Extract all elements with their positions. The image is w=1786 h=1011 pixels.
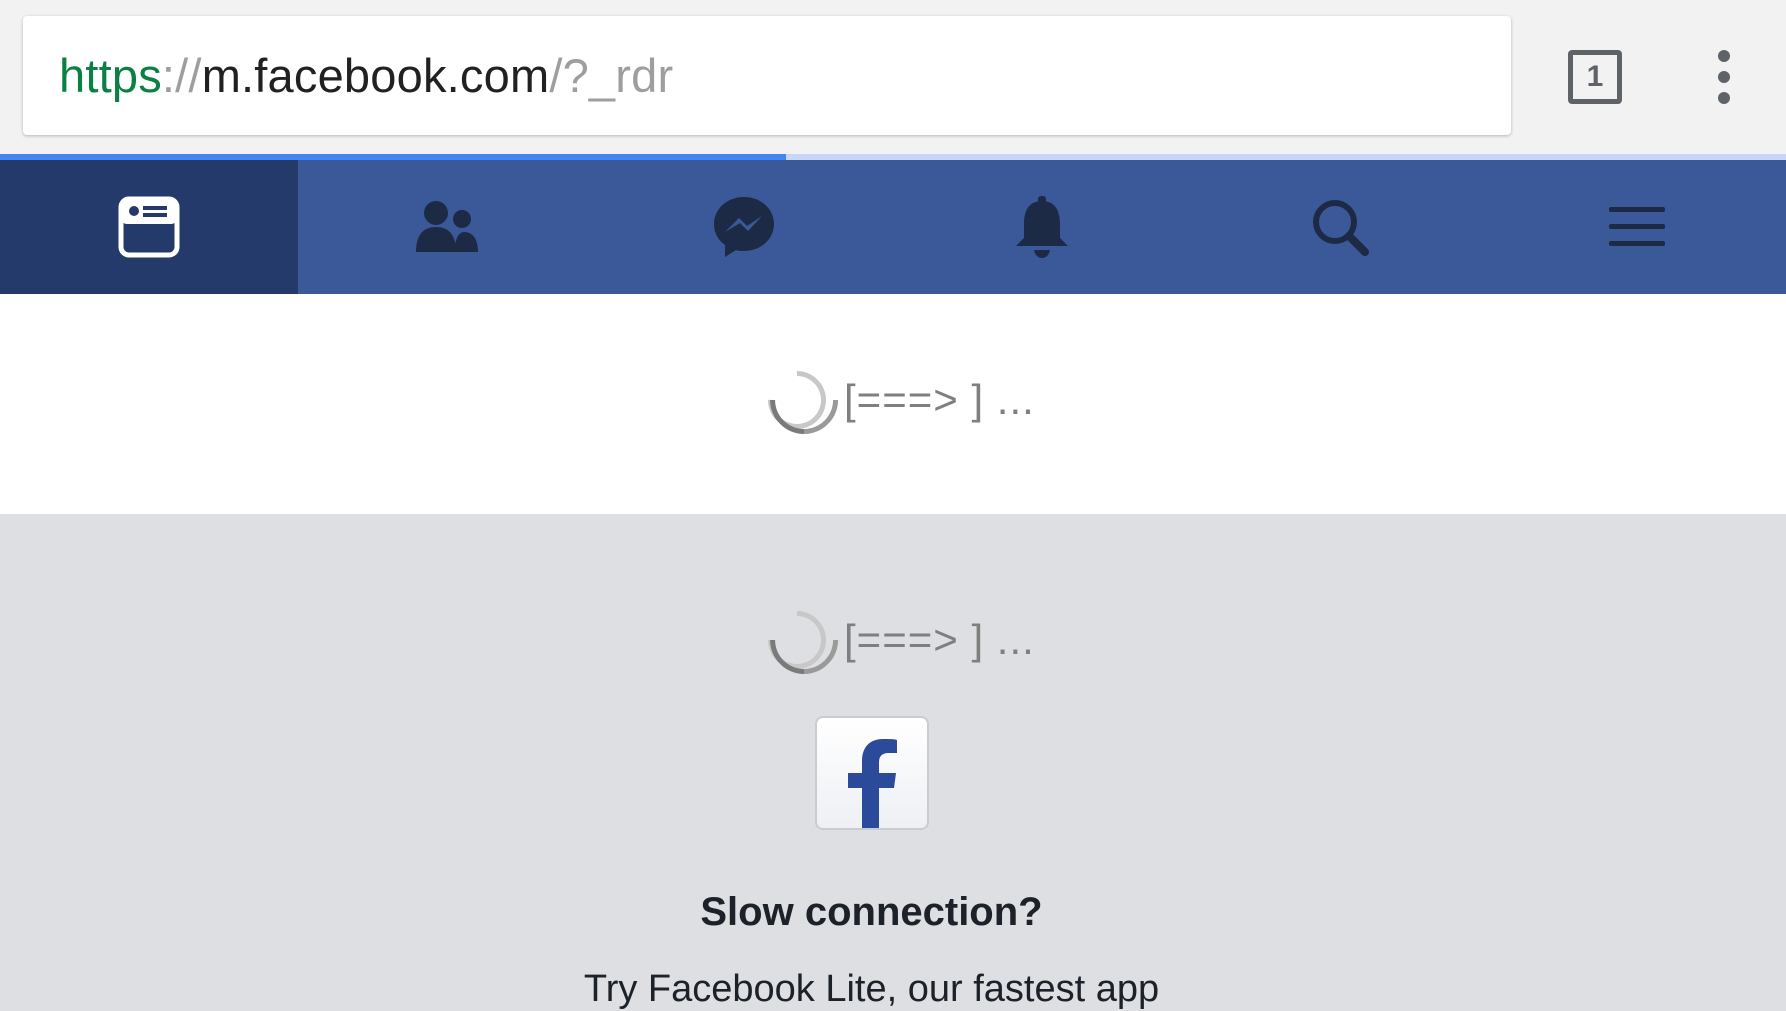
url-path: /?_rdr (549, 49, 674, 102)
loading-text: [===> ] ... (844, 616, 1035, 663)
slow-connection-subtitle: Try Facebook Lite, our fastest app (583, 968, 1160, 1010)
menu-dot (1718, 92, 1730, 104)
facebook-lite-logo[interactable] (815, 716, 929, 830)
loading-text: [===> ] ... (844, 376, 1035, 423)
loading-indicator-bottom: [===> ] ... (755, 598, 1035, 682)
overflow-menu-icon[interactable] (1700, 50, 1748, 104)
url-scheme: https (59, 49, 162, 102)
tab-switcher-button[interactable]: 1 (1568, 50, 1622, 104)
friends-icon (415, 201, 478, 252)
tab-notifications[interactable] (893, 160, 1191, 294)
search-icon (1312, 200, 1369, 256)
hamburger-icon (1609, 207, 1666, 246)
messenger-icon (714, 197, 775, 257)
tab-messages[interactable] (595, 160, 893, 294)
news-feed-icon (118, 196, 180, 258)
browser-toolbar: https://m.facebook.com/?_rdr 1 (0, 0, 1786, 154)
loading-indicator-top: [===> ] ... (755, 358, 1035, 442)
url-separator: :// (161, 49, 202, 102)
slow-connection-title: Slow connection? (700, 890, 1043, 934)
spinner-icon (755, 358, 839, 442)
spinner-icon (755, 598, 839, 682)
menu-dot (1718, 50, 1730, 62)
menu-dot (1718, 71, 1730, 83)
facebook-f-icon (848, 739, 897, 828)
tab-search[interactable] (1191, 160, 1489, 294)
tab-menu[interactable] (1488, 160, 1786, 294)
facebook-top-nav (0, 160, 1786, 294)
tab-count: 1 (1586, 60, 1604, 93)
tab-friend-requests[interactable] (298, 160, 596, 294)
url-host: m.facebook.com (201, 49, 550, 102)
bell-icon (1015, 196, 1068, 258)
tab-news-feed[interactable] (0, 160, 298, 294)
url-bar[interactable]: https://m.facebook.com/?_rdr (23, 16, 1511, 135)
